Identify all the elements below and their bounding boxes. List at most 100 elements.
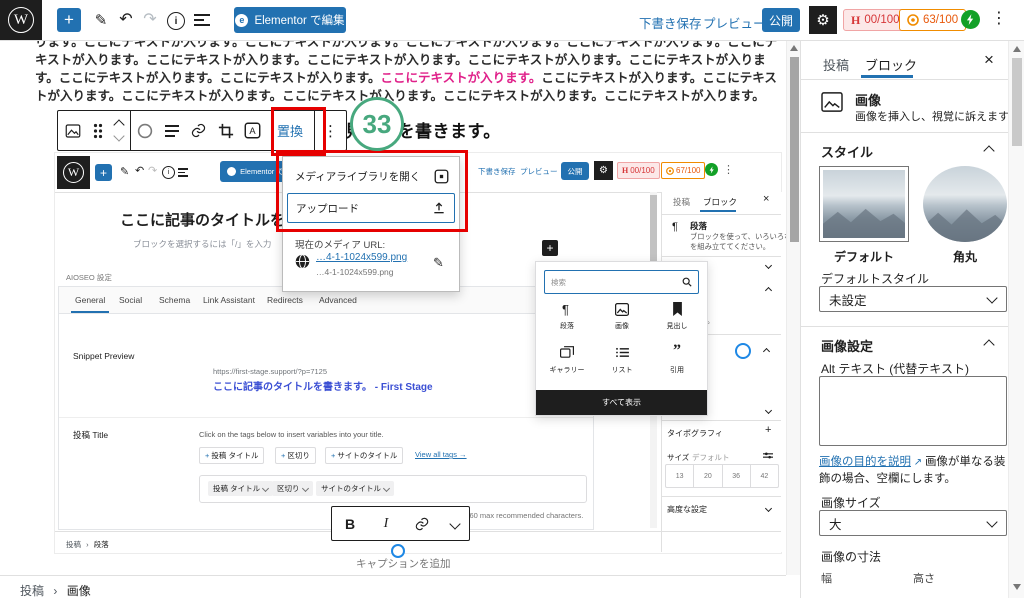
sidebar-scrollbar[interactable] [1008, 40, 1024, 598]
wordpress-logo[interactable]: W [0, 0, 42, 40]
close-sidebar-icon[interactable]: × [984, 50, 994, 70]
move-up-down-control[interactable] [108, 121, 130, 140]
preview-button[interactable]: プレビュー [703, 13, 766, 32]
seo-score-badge[interactable]: H 00/100 [843, 9, 908, 31]
settings-button[interactable]: ⚙ [809, 6, 837, 34]
block-card-title: 画像 [855, 90, 881, 109]
redo-icon[interactable]: ↷ [141, 10, 159, 28]
image-settings-collapse-icon[interactable] [983, 339, 994, 350]
inner-size-segmented-control: 13 20 36 42 [665, 464, 779, 488]
inner-settings-button: ⚙ [594, 161, 613, 180]
elementor-logo-icon: e [235, 14, 248, 27]
inner-tag-chip: +区切り [275, 447, 316, 464]
style-rounded-label: 角丸 [923, 248, 1007, 265]
inner-size-label: サイズ [667, 452, 689, 463]
link-icon[interactable] [185, 111, 212, 150]
paragraph-line: トが入ります。ここにテキストが入ります。ここにテキストが入ります。ここにテキスト… [35, 87, 783, 105]
more-formats-button[interactable] [440, 507, 469, 540]
inner-inserter-item-label: リスト [591, 365, 653, 375]
alt-text-label: Alt テキスト (代替テキスト) [821, 360, 969, 377]
jetpack-boost-badge[interactable] [961, 10, 980, 29]
svg-text:A: A [249, 126, 256, 136]
step-number-badge: 33 [350, 97, 404, 151]
default-style-select[interactable]: 未設定 [819, 286, 1007, 312]
link-button[interactable] [404, 507, 440, 540]
tab-block[interactable]: ブロック [865, 55, 917, 74]
inner-block-inserter-popup: 検索 ¶ 段落 画像 見出し ” ギャラリー リスト 引用 すべて表示 [535, 261, 708, 416]
bold-button[interactable]: B [332, 507, 368, 540]
inner-tags-hint: Click on the tags below to insert variab… [199, 430, 384, 439]
align-icon[interactable] [158, 111, 185, 150]
inner-kebab-icon: ⋮ [723, 163, 734, 176]
elementor-edit-button[interactable]: e Elementor で編集 [234, 7, 346, 33]
inner-panel-divider [59, 417, 593, 418]
caption-format-toolbar: B I [331, 506, 470, 541]
inner-tab-active-underline [71, 311, 109, 313]
headline-score-badge[interactable]: 63/100 [899, 9, 966, 31]
target-icon [907, 14, 919, 26]
inner-inserter-item-label: 段落 [536, 321, 598, 331]
heading-block-icon [672, 302, 683, 316]
image-size-select[interactable]: 大 [819, 510, 1007, 536]
move-down-icon [113, 130, 124, 141]
list-block-icon [616, 347, 629, 358]
drag-handle-icon[interactable] [88, 111, 108, 150]
edit-media-url-icon[interactable]: ✎ [433, 255, 444, 271]
inner-edit-mode-icon: ✎ [120, 165, 129, 178]
image-block-icon[interactable] [58, 111, 88, 150]
inner-block-card-title: 段落 [690, 220, 707, 232]
inner-tab-schema: Schema [159, 295, 190, 305]
options-kebab-icon[interactable]: ⋮ [991, 8, 1007, 28]
inner-size-settings-icon [763, 451, 773, 460]
inner-jetpack-badge [705, 163, 718, 176]
list-view-icon[interactable] [194, 14, 210, 26]
style-option-rounded[interactable] [923, 166, 1007, 242]
editor-scrollbar[interactable] [786, 40, 801, 575]
text-over-image-icon[interactable]: A [239, 111, 266, 150]
inner-sidebar-tab-underline [700, 210, 736, 212]
scrollbar-thumb[interactable] [790, 57, 799, 242]
paragraph-block-icon: ¶ [562, 302, 569, 317]
inner-field-chip: 区切り [272, 481, 313, 496]
paragraph-block[interactable]: ります。ここにテキストが入ります。ここにテキストが入ります。ここにテキストが入り… [35, 33, 783, 105]
describe-image-purpose-link[interactable]: 画像の目的を説明 [819, 456, 911, 468]
scroll-up-icon[interactable] [790, 45, 798, 51]
globe-icon [295, 254, 310, 269]
info-icon[interactable]: i [167, 12, 185, 30]
sidebar-scrollbar-thumb[interactable] [1012, 58, 1022, 146]
inner-undo-icon: ↶ [135, 164, 144, 177]
wordpress-editor: ります。ここにテキストが入ります。ここにテキストが入ります。ここにテキストが入り… [0, 0, 1024, 598]
inner-snippet-preview-label: Snippet Preview [73, 351, 134, 361]
scroll-up-icon[interactable] [1013, 46, 1021, 52]
edit-mode-icon[interactable]: ✎ [92, 11, 110, 29]
style-rounded-preview [923, 166, 1007, 242]
tab-post[interactable]: 投稿 [823, 55, 849, 74]
italic-button[interactable]: I [368, 507, 404, 540]
media-url-link[interactable]: …4-1-1024x599.png [316, 252, 407, 263]
publish-button[interactable]: 公開 [762, 8, 800, 32]
inner-post-title-label: 投稿 Title [73, 429, 108, 441]
inner-publish-button: 公開 [561, 162, 589, 180]
caption-input[interactable]: キャプションを追加 [356, 556, 451, 571]
link-icon [414, 516, 430, 532]
inner-sidebar-tab-block: ブロック [703, 196, 737, 208]
save-draft-button[interactable]: 下書き保存 [639, 13, 702, 32]
lightning-icon [966, 14, 975, 25]
paragraph-line: キストが入ります。ここにテキストが入ります。ここにテキストが入ります。ここにテキ… [35, 51, 783, 69]
alt-text-input[interactable] [819, 376, 1007, 446]
inner-list-view-icon [178, 168, 188, 177]
inner-field-chip: 投稿 タイトル [208, 481, 273, 496]
duotone-filter-icon[interactable] [131, 111, 158, 150]
undo-icon[interactable]: ↶ [117, 10, 135, 28]
style-option-default[interactable] [819, 166, 909, 242]
image-block-icon [615, 303, 629, 316]
styles-collapse-icon[interactable] [983, 145, 994, 156]
inner-char-count: t of 60 max recommended characters. [457, 511, 583, 520]
block-inserter-button[interactable]: + [57, 8, 81, 32]
scroll-down-icon[interactable] [1013, 584, 1021, 590]
inner-headline-score-badge: 67/100 [661, 162, 705, 179]
editor-top-bar: W + ✎ ↶ ↷ i e Elementor で編集 下書き保存 プレビュー … [0, 0, 1024, 41]
crop-icon[interactable] [212, 111, 239, 150]
editor-footer: 投稿 › 画像 [0, 575, 786, 598]
breadcrumb-post[interactable]: 投稿 [20, 584, 44, 598]
